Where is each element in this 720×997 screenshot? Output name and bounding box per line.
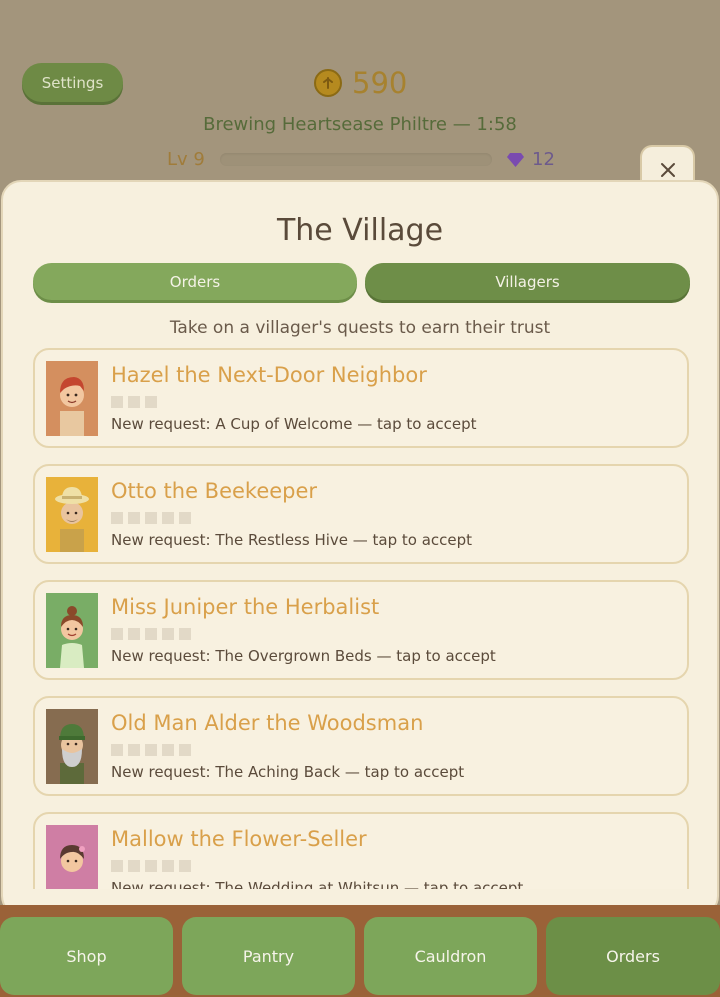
trust-pip: [162, 744, 174, 756]
otto-portrait: [46, 477, 98, 552]
villager-request: New request: The Restless Hive — tap to …: [111, 531, 473, 549]
alder-portrait: [46, 709, 98, 784]
settings-button[interactable]: Settings: [22, 63, 123, 102]
player-level: Lv 9: [167, 149, 205, 170]
villager-name: Mallow the Flower-Seller: [111, 827, 367, 851]
villager-card[interactable]: Mallow the Flower-Seller New request: Th…: [33, 812, 689, 889]
villager-request: New request: A Cup of Welcome — tap to a…: [111, 415, 477, 433]
trust-pip: [145, 860, 157, 872]
xp-progress-bar: [220, 153, 492, 166]
trust-pip: [128, 744, 140, 756]
brewing-status: Brewing Heartsease Philtre — 1:58: [203, 114, 517, 135]
villager-name: Hazel the Next-Door Neighbor: [111, 363, 427, 387]
trust-meter: [111, 512, 191, 524]
trust-meter: [111, 860, 191, 872]
trust-pip: [128, 396, 140, 408]
modal-subtitle: Take on a villager's quests to earn thei…: [169, 318, 551, 338]
villager-card[interactable]: Hazel the Next-Door Neighbor New request…: [33, 348, 689, 448]
trust-meter: [111, 396, 157, 408]
trust-pip: [145, 744, 157, 756]
trust-pip: [111, 396, 123, 408]
trust-pip: [145, 512, 157, 524]
trust-pip: [111, 744, 123, 756]
trust-pip: [128, 628, 140, 640]
villager-request: New request: The Overgrown Beds — tap to…: [111, 647, 496, 665]
village-modal: The Village Orders Villagers Take on a v…: [1, 180, 719, 916]
trust-pip: [162, 860, 174, 872]
tab-villagers[interactable]: Villagers: [365, 263, 690, 300]
villager-card[interactable]: Old Man Alder the Woodsman New request: …: [33, 696, 689, 796]
trust-pip: [111, 628, 123, 640]
trust-pip: [179, 628, 191, 640]
tab-orders[interactable]: Orders: [33, 263, 357, 300]
trust-meter: [111, 628, 191, 640]
mallow-portrait: [46, 825, 98, 889]
villager-card[interactable]: Otto the Beekeeper New request: The Rest…: [33, 464, 689, 564]
villager-request: New request: The Wedding at Whitsun — ta…: [111, 879, 524, 889]
trust-pip: [145, 628, 157, 640]
nav-cauldron[interactable]: Cauldron: [364, 917, 537, 995]
villager-list[interactable]: Hazel the Next-Door Neighbor New request…: [3, 348, 717, 889]
juniper-portrait: [46, 593, 98, 668]
trust-pip: [179, 512, 191, 524]
trust-pip: [145, 396, 157, 408]
coin-balance: 590: [314, 64, 407, 102]
trust-pip: [162, 512, 174, 524]
coin-count: 590: [352, 66, 408, 100]
trust-meter: [111, 744, 191, 756]
gem-balance: 12: [507, 149, 555, 170]
villager-name: Otto the Beekeeper: [111, 479, 318, 503]
trust-pip: [128, 512, 140, 524]
hazel-portrait: [46, 361, 98, 436]
nav-orders[interactable]: Orders: [546, 917, 720, 995]
trust-pip: [111, 512, 123, 524]
villager-card[interactable]: Miss Juniper the Herbalist New request: …: [33, 580, 689, 680]
trust-pip: [179, 744, 191, 756]
villager-name: Old Man Alder the Woodsman: [111, 711, 424, 735]
gem-count: 12: [532, 149, 555, 170]
modal-title: The Village: [276, 213, 444, 248]
trust-pip: [162, 628, 174, 640]
nav-pantry[interactable]: Pantry: [182, 917, 355, 995]
coin-icon: [314, 69, 342, 97]
gem-icon: [507, 152, 524, 167]
villager-name: Miss Juniper the Herbalist: [111, 595, 380, 619]
trust-pip: [179, 860, 191, 872]
close-icon: [660, 163, 675, 177]
nav-shop[interactable]: Shop: [0, 917, 173, 995]
trust-pip: [111, 860, 123, 872]
villager-request: New request: The Aching Back — tap to ac…: [111, 763, 465, 781]
trust-pip: [128, 860, 140, 872]
